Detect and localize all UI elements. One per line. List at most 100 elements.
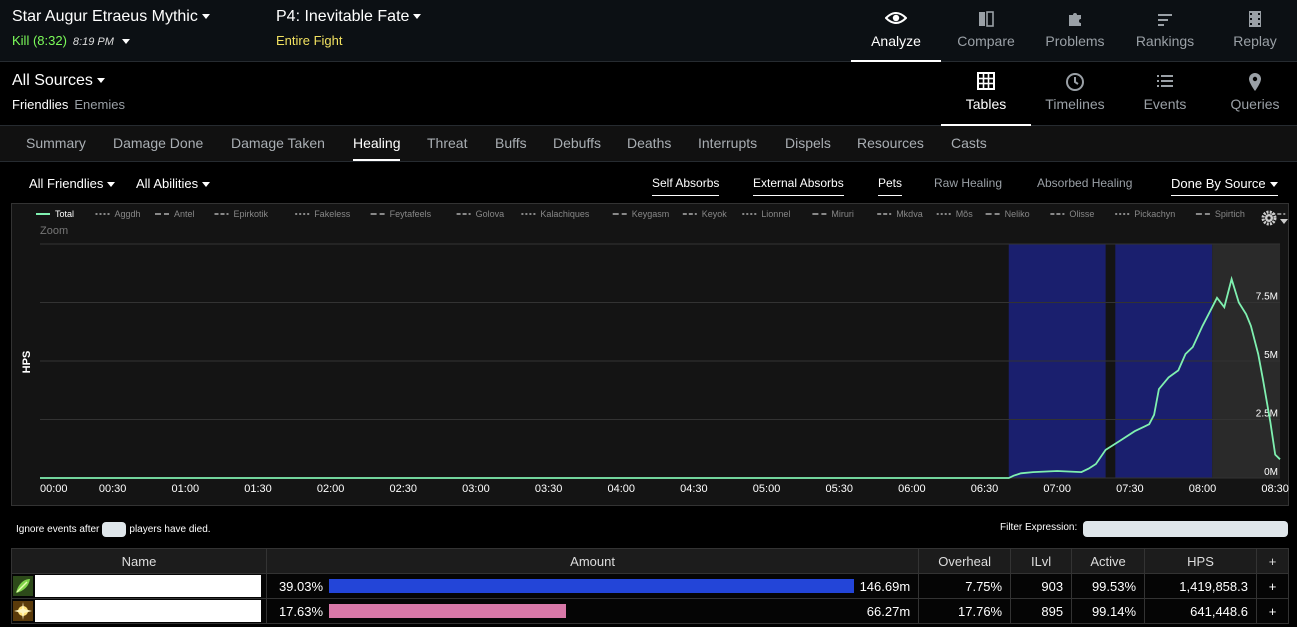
column-header-overheal[interactable]: Overheal — [918, 548, 1012, 574]
legend-label: Keyok — [702, 209, 728, 219]
tab-threat[interactable]: Threat — [427, 135, 467, 151]
nav-compare[interactable]: Compare — [941, 0, 1031, 62]
view-queries[interactable]: Queries — [1210, 62, 1297, 126]
sources-label: All Sources — [12, 72, 93, 89]
amount-cell: 17.63% 66.27m — [265, 598, 920, 624]
view-tables[interactable]: Tables — [941, 62, 1031, 126]
column-header-hps[interactable]: HPS — [1144, 548, 1257, 574]
legend-label: Miruri — [831, 209, 854, 219]
ignore-text-post: players have died. — [129, 524, 211, 536]
chevron-down-icon — [96, 78, 105, 84]
tab-healing[interactable]: Healing — [353, 135, 401, 161]
column-header-add[interactable]: + — [1255, 548, 1290, 574]
amount-value: 146.69m — [859, 579, 911, 594]
amount-bar — [328, 604, 566, 618]
column-header-ilvl[interactable]: ILvl — [1010, 548, 1073, 574]
phase-selector[interactable]: P4: Inevitable Fate — [276, 8, 422, 26]
report-header: Star Augur Etraeus Mythic Kill (8:32) 8:1… — [0, 0, 1297, 62]
expand-row-button[interactable]: + — [1255, 598, 1290, 624]
legend-label: Kalachiques — [540, 209, 590, 219]
table-row[interactable]: 39.03% 146.69m 7.75% 903 99.53% 1,419,85… — [11, 573, 1290, 599]
fight-selector[interactable]: Star Augur Etraeus Mythic — [12, 8, 210, 26]
puzzle-icon — [1030, 10, 1120, 30]
tab-enemies[interactable]: Enemies — [74, 97, 125, 112]
table-row[interactable]: 17.63% 66.27m 17.76% 895 99.14% 641,448.… — [11, 598, 1290, 624]
rankings-icon — [1120, 10, 1210, 30]
table-header-row: Name Amount Overheal ILvl Active HPS + — [11, 548, 1290, 574]
tab-friendlies[interactable]: Friendlies — [12, 97, 68, 112]
nav-analyze[interactable]: Analyze — [851, 0, 941, 62]
tab-debuffs[interactable]: Debuffs — [553, 135, 601, 151]
tab-deaths[interactable]: Deaths — [627, 135, 671, 151]
pets-toggle[interactable]: Pets — [878, 176, 903, 196]
report-tabs: Summary Damage Done Damage Taken Healing… — [0, 126, 1297, 162]
done-by-dropdown[interactable]: Done By Source — [1171, 176, 1278, 196]
amount-cell: 39.03% 146.69m — [265, 573, 920, 599]
fight-time: 8:19 PM — [72, 36, 114, 48]
legend-label: Lionnel — [761, 209, 790, 219]
nav-replay[interactable]: Replay — [1210, 0, 1297, 62]
ignore-deaths-control: Ignore events after players have died. — [16, 522, 211, 537]
hps-chart[interactable]: 0M 2.5M 5M 7.5M 00:00 00:30 01:00 01:30 02:00 02:… — [12, 204, 1290, 507]
legend-label: Antel — [174, 209, 195, 219]
legend-label: Olisse — [1069, 209, 1094, 219]
x-tick-label: 03:00 — [462, 483, 490, 495]
healing-graph[interactable]: 0M 2.5M 5M 7.5M 00:00 00:30 01:00 01:30 02:00 02:… — [11, 203, 1289, 506]
kill-status: Kill (8:32) — [12, 33, 67, 48]
amount-percent: 39.03% — [278, 579, 324, 594]
gear-icon[interactable] — [1261, 210, 1277, 226]
expand-row-button[interactable]: + — [1255, 573, 1290, 599]
friendlies-filter[interactable]: All Friendlies — [29, 176, 116, 191]
death-count-input[interactable] — [102, 522, 127, 537]
column-header-active[interactable]: Active — [1071, 548, 1146, 574]
name-cell[interactable] — [11, 598, 267, 624]
external-absorbs-toggle[interactable]: External Absorbs — [753, 176, 844, 196]
legend-label: Neliko — [1005, 209, 1030, 219]
y-tick-label: 0M — [1264, 467, 1278, 478]
nav-rankings[interactable]: Rankings — [1120, 0, 1210, 62]
nav-label: Replay — [1233, 33, 1277, 49]
legend-label: Mkdva — [896, 209, 923, 219]
tab-damage-taken[interactable]: Damage Taken — [231, 135, 325, 151]
view-label: Events — [1143, 96, 1187, 112]
fight-result[interactable]: Kill (8:32) 8:19 PM — [12, 33, 130, 48]
x-tick-label: 05:30 — [825, 483, 853, 495]
column-header-amount[interactable]: Amount — [265, 548, 920, 574]
filter-expression-input[interactable] — [1083, 521, 1288, 537]
nav-problems[interactable]: Problems — [1030, 0, 1120, 62]
x-tick-label: 04:00 — [607, 483, 635, 495]
legend-label: Epirkotik — [234, 209, 269, 219]
abilities-filter[interactable]: All Abilities — [136, 176, 211, 191]
tab-resources[interactable]: Resources — [857, 135, 924, 151]
tab-damage-done[interactable]: Damage Done — [113, 135, 203, 151]
legend-label: Golova — [476, 209, 505, 219]
tab-dispels[interactable]: Dispels — [785, 135, 831, 151]
sources-dropdown[interactable]: All Sources — [12, 72, 105, 90]
filter-expression-label: Filter Expression: — [1000, 522, 1078, 533]
holy-light-icon — [13, 601, 33, 621]
player-name-redacted — [35, 600, 261, 622]
column-header-name[interactable]: Name — [11, 548, 267, 574]
self-absorbs-toggle[interactable]: Self Absorbs — [652, 176, 720, 196]
eye-icon — [851, 10, 941, 30]
friendlies-filter-label: All Friendlies — [29, 176, 104, 191]
amount-value: 66.27m — [866, 604, 911, 619]
name-cell[interactable] — [11, 573, 267, 599]
absorbed-healing-toggle[interactable]: Absorbed Healing — [1037, 176, 1132, 190]
view-events[interactable]: Events — [1120, 62, 1210, 126]
tab-summary[interactable]: Summary — [26, 135, 86, 151]
y-axis-label: HPS — [21, 351, 33, 374]
list-icon — [1120, 72, 1210, 90]
raw-healing-toggle[interactable]: Raw Healing — [934, 176, 1002, 190]
view-timelines[interactable]: Timelines — [1030, 62, 1120, 126]
tab-casts[interactable]: Casts — [951, 135, 987, 151]
tab-interrupts[interactable]: Interrupts — [698, 135, 757, 151]
tab-buffs[interactable]: Buffs — [495, 135, 527, 151]
film-icon — [1210, 10, 1297, 30]
phase-subtitle[interactable]: Entire Fight — [276, 33, 342, 48]
x-tick-label: 02:30 — [390, 483, 418, 495]
chevron-down-icon — [413, 14, 422, 20]
legend-label: Fakeless — [314, 209, 351, 219]
healing-table: Name Amount Overheal ILvl Active HPS + 3… — [11, 548, 1290, 624]
x-tick-label: 00:00 — [40, 483, 68, 495]
